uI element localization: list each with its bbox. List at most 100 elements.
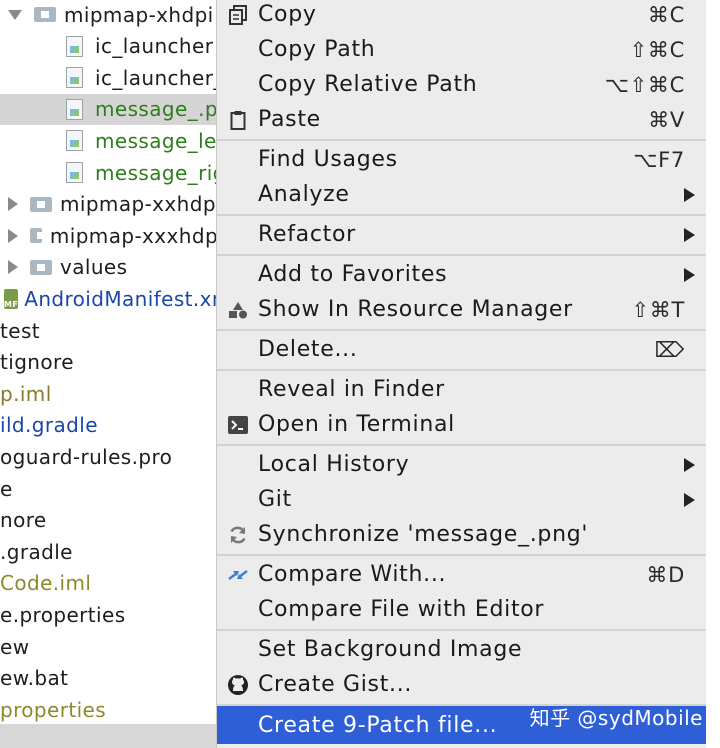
menu-item-label: Copy Path [258, 37, 376, 62]
tree-item[interactable]: tignore [0, 347, 216, 378]
menu-shortcut: ⌥⇧⌘C [604, 72, 685, 97]
tree-item[interactable]: message_rig [0, 157, 216, 188]
menu-item-synchronize[interactable]: Synchronize 'message_.png' [217, 517, 707, 552]
project-tree: mipmap-xhdpi ic_launcher ic_launcher_messa… [0, 0, 216, 748]
menu-item-label: Local History [258, 452, 410, 477]
image-file-icon [66, 98, 83, 120]
tree-item[interactable]: ew [0, 631, 216, 662]
expand-arrow-down-icon[interactable] [8, 9, 22, 20]
tree-item[interactable]: mipmap-xxhdpi [0, 189, 216, 220]
image-file-icon [66, 130, 83, 152]
watermark: 知乎 @sydMobile [529, 706, 703, 730]
menu-item-label: Set Background Image [258, 637, 523, 662]
resource-manager-icon [227, 299, 249, 321]
menu-item-analyze[interactable]: Analyze [217, 177, 707, 212]
tree-item[interactable]: properties [0, 694, 216, 725]
menu-separator [217, 139, 707, 141]
tree-item-label: nore [0, 508, 47, 533]
tree-item[interactable]: ic_launcher_ [0, 62, 216, 93]
tree-item-label: ild.gradle [0, 413, 98, 438]
tree-item[interactable]: ew.bat [0, 663, 216, 694]
menu-shortcut: ⌘V [648, 107, 685, 132]
menu-item-set-background-image[interactable]: Set Background Image [217, 632, 707, 667]
image-file-icon [66, 67, 83, 89]
tree-item[interactable]: oguard-rules.pro [0, 441, 216, 472]
menu-item-label: Git [258, 487, 292, 512]
tree-item-label: message_.p [95, 97, 216, 122]
tree-item[interactable]: mipmap-xhdpi [0, 0, 216, 30]
submenu-arrow-icon [684, 457, 695, 472]
menu-item-label: Create Gist... [258, 672, 413, 697]
menu-item-label: Compare With... [258, 562, 447, 587]
tree-item-label: properties [0, 697, 107, 722]
menu-item-create-gist[interactable]: Create Gist... [217, 667, 707, 702]
tree-item[interactable]: ild.gradle [0, 410, 216, 441]
menu-item-paste[interactable]: Paste ⌘V [217, 102, 707, 137]
menu-separator [217, 329, 707, 331]
submenu-arrow-icon [684, 267, 695, 282]
menu-item-label: Reveal in Finder [258, 377, 445, 402]
menu-item-copy-path[interactable]: Copy Path ⇧⌘C [217, 32, 707, 67]
tree-item[interactable]: test [0, 315, 216, 346]
menu-item-show-in-resource-manager[interactable]: Show In Resource Manager ⇧⌘T [217, 292, 707, 327]
tree-item[interactable]: e [0, 473, 216, 504]
tree-item[interactable]: message_le [0, 125, 216, 156]
folder-icon [34, 7, 56, 22]
tree-item[interactable]: ic_launcher [0, 31, 216, 62]
copy-icon [227, 4, 249, 26]
menu-separator [217, 254, 707, 256]
tree-item-label: ew [0, 634, 30, 659]
background-strip [706, 0, 720, 748]
tree-item-label: e [0, 476, 13, 501]
tree-item-label: Code.iml [0, 571, 92, 596]
menu-item-find-usages[interactable]: Find Usages ⌥F7 [217, 142, 707, 177]
menu-item-label: Analyze [258, 182, 350, 207]
tree-item-label: values [60, 255, 128, 280]
tree-item-label: p.iml [0, 381, 52, 406]
expand-arrow-right-icon[interactable] [8, 260, 18, 275]
terminal-icon [227, 414, 249, 436]
menu-item-compare-with[interactable]: Compare With... ⌘D [217, 557, 707, 592]
tree-item-label: mipmap-xxxhdpi [49, 223, 216, 248]
menu-shortcut: ⌥F7 [633, 147, 685, 172]
expand-arrow-right-icon[interactable] [8, 197, 18, 212]
menu-item-git[interactable]: Git [217, 482, 707, 517]
menu-separator [217, 369, 707, 371]
tree-item[interactable]: Code.iml [0, 568, 216, 599]
menu-item-create-9patch[interactable]: Create 9-Patch file... 知乎 @sydMobile [217, 706, 707, 744]
menu-item-local-history[interactable]: Local History [217, 447, 707, 482]
folder-icon [30, 196, 52, 212]
tree-item-label: message_rig [95, 160, 216, 185]
tree-item[interactable]: p.iml [0, 378, 216, 409]
menu-item-add-to-favorites[interactable]: Add to Favorites [217, 257, 707, 292]
menu-item-compare-file-with-editor[interactable]: Compare File with Editor [217, 592, 707, 627]
tree-horizontal-scrollbar[interactable] [0, 724, 216, 748]
menu-item-refactor[interactable]: Refactor [217, 217, 707, 252]
manifest-file-icon: MF [4, 288, 19, 309]
tree-item[interactable]: mipmap-xxxhdpi [0, 220, 216, 251]
tree-item-label: ic_launcher_ [95, 65, 216, 90]
context-menu: Copy ⌘C Copy Path ⇧⌘C Copy Relative Path… [216, 0, 707, 748]
menu-item-label: Open in Terminal [258, 412, 455, 437]
tree-item-label: test [0, 318, 41, 343]
tree-item[interactable]: MFAndroidManifest.xml [0, 283, 216, 314]
menu-item-copy-relative-path[interactable]: Copy Relative Path ⌥⇧⌘C [217, 67, 707, 102]
menu-item-copy[interactable]: Copy ⌘C [217, 0, 707, 32]
tree-item[interactable]: e.properties [0, 599, 216, 630]
tree-item-label: mipmap-xhdpi [64, 2, 214, 27]
expand-arrow-right-icon[interactable] [8, 228, 18, 243]
menu-item-label: Copy [258, 2, 317, 27]
menu-separator [217, 554, 707, 556]
tree-item[interactable]: values [0, 252, 216, 283]
menu-item-open-in-terminal[interactable]: Open in Terminal [217, 407, 707, 442]
submenu-arrow-icon [684, 227, 695, 242]
menu-item-reveal-in-finder[interactable]: Reveal in Finder [217, 372, 707, 407]
github-icon [227, 674, 249, 696]
tree-item[interactable]: .gradle [0, 536, 216, 567]
menu-item-delete[interactable]: Delete... ⌦ [217, 332, 707, 367]
tree-item-label: oguard-rules.pro [0, 444, 173, 469]
tree-item[interactable]: message_.p [0, 93, 216, 125]
menu-item-label: Refactor [258, 222, 356, 247]
tree-item[interactable]: nore [0, 505, 216, 536]
menu-item-label: Synchronize 'message_.png' [258, 522, 589, 547]
